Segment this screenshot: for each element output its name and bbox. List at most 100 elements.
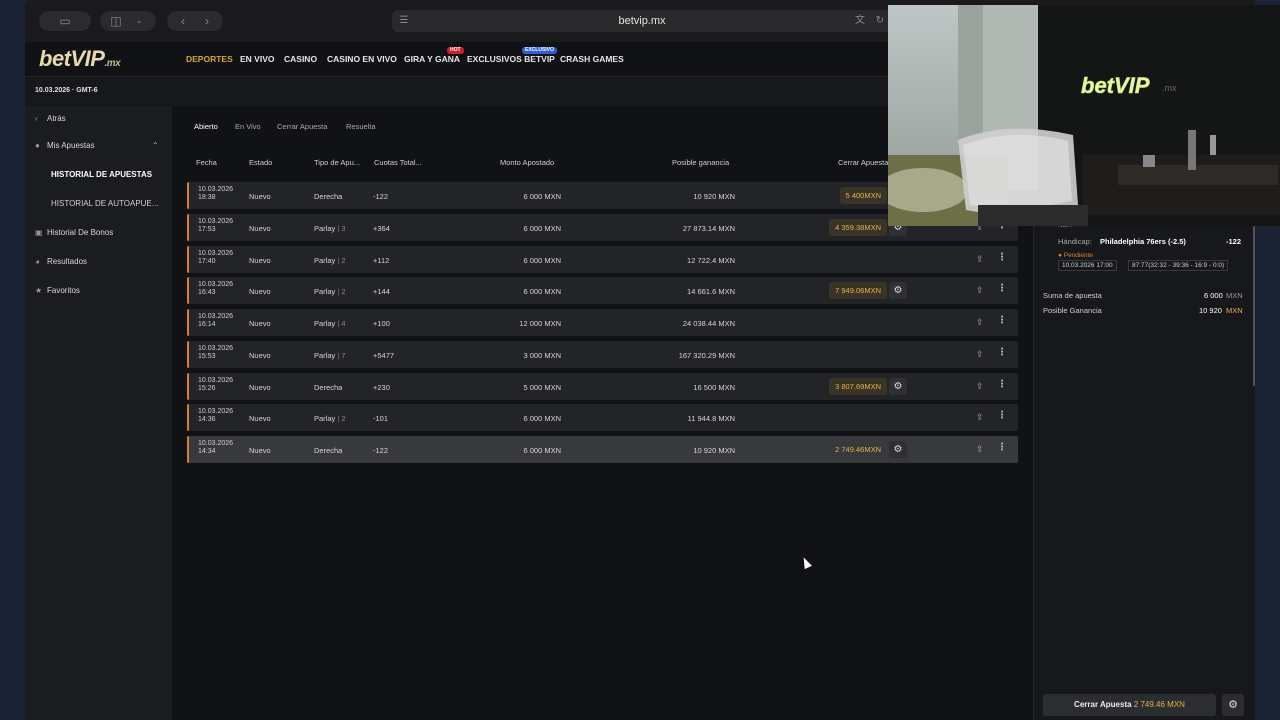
- cashout-settings-button[interactable]: ⚙: [889, 282, 907, 300]
- more-options-icon[interactable]: ⋮: [997, 315, 1007, 326]
- col-monto[interactable]: Monto Apostado: [500, 158, 554, 167]
- bet-legs: 7: [341, 350, 346, 360]
- bet-monto: 6 000 MXN: [523, 446, 561, 455]
- share-icon[interactable]: ⇪: [976, 285, 984, 296]
- more-options-icon[interactable]: ⋮: [997, 252, 1007, 263]
- bet-datetime: 10.03.2026 15:26: [198, 377, 233, 393]
- live-score: 87:77(32:32 - 39:36 - 16:9 - 0:0): [1128, 260, 1229, 271]
- bet-ganancia: 10 920 MXN: [693, 446, 735, 455]
- webcam-overlay: betVIP .mx: [888, 5, 1280, 226]
- bet-tipo: Parlay | 2: [314, 256, 346, 265]
- table-row[interactable]: 10.03.2026 16:43 Nuevo Parlay | 2 +144 6 000 …: [187, 277, 1018, 305]
- bet-estado: Nuevo: [249, 350, 271, 360]
- share-icon[interactable]: ⇪: [976, 412, 984, 423]
- col-cerrar[interactable]: Cerrar Apuesta: [838, 158, 888, 167]
- ganancia-label: Posible Ganancia: [1043, 306, 1102, 315]
- address-bar[interactable]: ☰ betvip.mx 文 ↻: [392, 10, 892, 32]
- back-button[interactable]: ‹ Atrás: [35, 114, 66, 123]
- sidebar-item-historial[interactable]: HISTORIAL DE APUESTAS: [51, 170, 152, 179]
- tab-en-vivo[interactable]: En Vivo: [235, 122, 261, 131]
- back-arrow-icon[interactable]: ‹: [173, 11, 193, 31]
- col-cuotas[interactable]: Cuotas Total...: [374, 158, 422, 167]
- bet-legs: 2: [341, 414, 346, 424]
- cashout-button[interactable]: 2 749.46MXN: [829, 441, 887, 458]
- bet-tipo-label: Parlay: [314, 350, 336, 360]
- translate-icon[interactable]: 文: [852, 11, 868, 31]
- nav-casino-en-vivo[interactable]: CASINO EN VIVO: [327, 54, 397, 64]
- share-icon[interactable]: ⇪: [976, 349, 984, 360]
- sidebar-item-favoritos[interactable]: ★ Favoritos: [35, 286, 80, 295]
- bet-date: 10.03.2026: [198, 217, 234, 225]
- bet-date: 10.03.2026: [198, 440, 234, 447]
- reload-icon[interactable]: ↻: [872, 11, 888, 31]
- logo-text: betVIP: [39, 46, 105, 71]
- sidebar-toggle-button[interactable]: ▭: [39, 11, 91, 31]
- bet-cuota: +364: [373, 223, 390, 233]
- cashout-button[interactable]: 7 949.06MXN: [829, 282, 887, 300]
- table-row[interactable]: 10.03.2026 14:36 Nuevo Parlay | 2 -101 6 000 …: [187, 404, 1018, 432]
- table-row[interactable]: 10.03.2026 14:34 Nuevo Derecha -122 6 000 MXN…: [187, 436, 1018, 463]
- share-icon[interactable]: ⇪: [976, 317, 984, 328]
- nav-exclusivos[interactable]: EXCLUSIVOS BETVIP: [467, 54, 555, 64]
- nav-gira-y-gana[interactable]: GIRA Y GANA: [404, 54, 460, 64]
- cashout-button[interactable]: 4 359.38MXN: [829, 218, 887, 236]
- cerrar-apuesta-button[interactable]: Cerrar Apuesta 2 749.46 MXN: [1043, 694, 1216, 716]
- sidebar-item-historial-auto[interactable]: HISTORIAL DE AUTOAPUE...: [51, 199, 158, 208]
- share-icon[interactable]: ⇪: [976, 254, 984, 265]
- share-icon[interactable]: ⇪: [976, 381, 984, 392]
- nav-crash-games[interactable]: CRASH GAMES: [560, 54, 624, 64]
- cerrar-label: Cerrar Apuesta: [1074, 700, 1132, 709]
- more-options-icon[interactable]: ⋮: [997, 442, 1007, 453]
- bet-tipo-label: Parlay: [314, 319, 336, 328]
- more-options-icon[interactable]: ⋮: [997, 347, 1007, 358]
- share-icon[interactable]: ⇪: [976, 444, 984, 455]
- bet-time: 15:53: [198, 352, 216, 360]
- more-options-icon[interactable]: ⋮: [997, 379, 1007, 390]
- col-ganancia[interactable]: Posible ganancia: [672, 158, 729, 167]
- cashout-settings-button[interactable]: ⚙: [889, 441, 907, 458]
- tab-abierto[interactable]: Abierto: [194, 122, 218, 131]
- bet-monto: 6 000 MXN: [523, 287, 561, 297]
- nav-casino[interactable]: CASINO: [284, 54, 317, 64]
- bet-tipo-label: Parlay: [314, 287, 336, 297]
- table-row[interactable]: 10.03.2026 17:40 Nuevo Parlay | 2 +112 6 000 …: [187, 245, 1018, 273]
- more-options-icon[interactable]: ⋮: [997, 410, 1007, 421]
- tab-resuelta[interactable]: Resuelta: [346, 122, 376, 131]
- cashout-button[interactable]: 3 807.69MXN: [829, 377, 887, 395]
- cashout-settings-button[interactable]: ⚙: [1222, 694, 1244, 716]
- panel-scrollbar[interactable]: [1253, 226, 1255, 386]
- tab-cerrar-apuesta[interactable]: Cerrar Apuesta: [277, 122, 327, 131]
- sidebar-item-mis-apuestas[interactable]: ● Mis Apuestas: [35, 141, 95, 150]
- clock-icon: ●: [35, 141, 40, 150]
- table-row[interactable]: 10.03.2026 16:14 Nuevo Parlay | 4 +100 12 000…: [187, 309, 1018, 336]
- gift-icon: ▣: [35, 228, 43, 237]
- window-icon: ▭: [59, 14, 71, 28]
- forward-arrow-icon[interactable]: ›: [197, 11, 217, 31]
- col-tipo[interactable]: Tipo de Apu...: [314, 158, 360, 167]
- favoritos-label: Favoritos: [47, 286, 80, 295]
- col-fecha[interactable]: Fecha: [196, 158, 217, 167]
- nav-en-vivo[interactable]: EN VIVO: [240, 54, 274, 64]
- bet-ganancia: 24 038.44 MXN: [682, 319, 735, 328]
- tab-overview-button[interactable]: ◫ ⌄: [100, 11, 156, 31]
- bet-tipo-label: Derecha: [314, 192, 343, 201]
- table-row[interactable]: 10.03.2026 15:26 Nuevo Derecha +230 5 000 MXN…: [187, 372, 1018, 400]
- bet-monto: 5 000 MXN: [523, 382, 561, 392]
- cashout-button[interactable]: 5 400MXN: [839, 187, 887, 204]
- bet-estado: Nuevo: [249, 414, 271, 424]
- col-estado[interactable]: Estado: [249, 158, 272, 167]
- cashout-settings-button[interactable]: ⚙: [889, 377, 907, 395]
- nav-deportes[interactable]: DEPORTES: [186, 54, 233, 64]
- bet-date: 10.03.2026: [198, 313, 234, 320]
- bet-datetime: 10.03.2026 16:14: [198, 313, 233, 329]
- ganancia-currency: MXN: [1226, 306, 1243, 315]
- sidebar-item-bonos[interactable]: ▣ Historial De Bonos: [35, 228, 113, 237]
- bet-time: 18:38: [198, 194, 216, 201]
- sidebar-item-resultados[interactable]: ◕ Resultados: [35, 257, 87, 266]
- bet-estado: Nuevo: [249, 382, 271, 392]
- site-logo[interactable]: betVIP.mx: [39, 46, 121, 72]
- more-options-icon[interactable]: ⋮: [997, 283, 1007, 294]
- bet-tipo-label: Derecha: [314, 446, 343, 455]
- chevron-up-icon[interactable]: ⌃: [152, 141, 159, 150]
- table-row[interactable]: 10.03.2026 15:53 Nuevo Parlay | 7 +5477 3 000…: [187, 340, 1018, 368]
